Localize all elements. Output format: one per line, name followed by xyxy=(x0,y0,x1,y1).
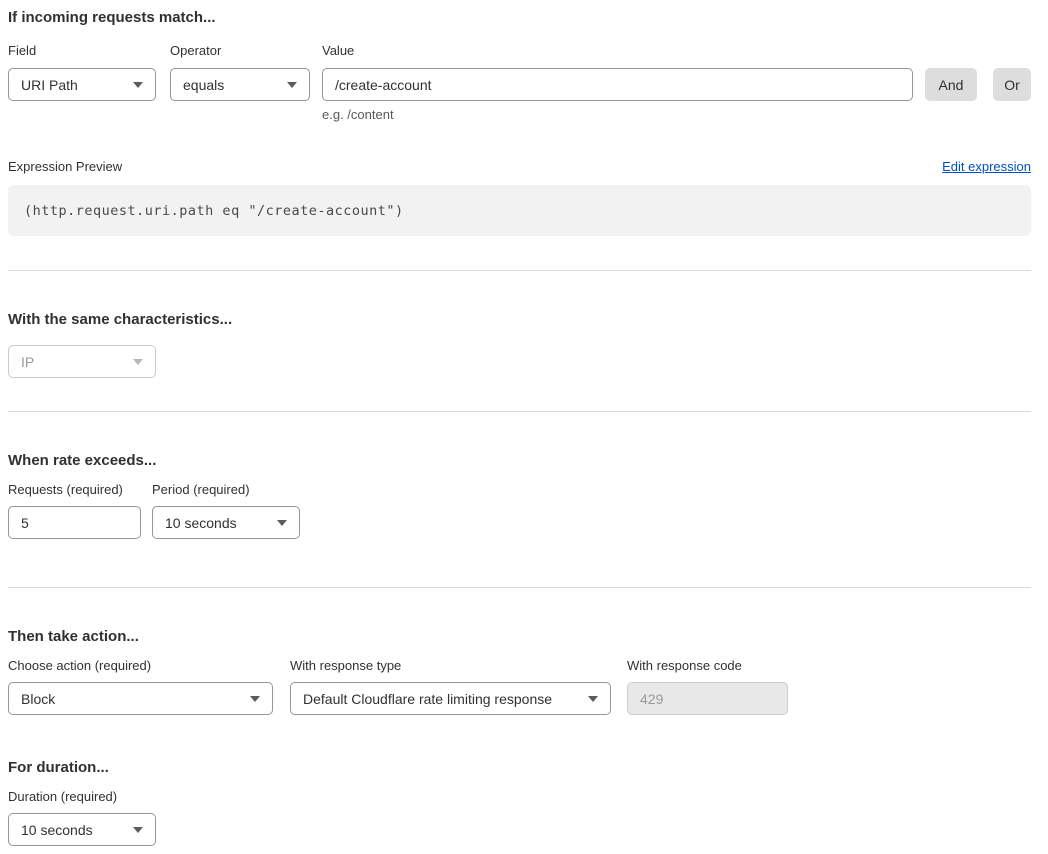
action-row: Choose action (required) Block With resp… xyxy=(8,658,1031,715)
match-section-heading: If incoming requests match... xyxy=(8,8,1031,27)
field-select[interactable]: URI Path xyxy=(8,68,156,101)
chevron-down-icon xyxy=(133,359,143,365)
period-select-value: 10 seconds xyxy=(165,515,237,531)
match-criteria-row: Field URI Path Operator equals Value e.g… xyxy=(8,43,1031,122)
duration-label: Duration (required) xyxy=(8,789,156,805)
requests-column: Requests (required) xyxy=(8,482,141,539)
period-select[interactable]: 10 seconds xyxy=(152,506,300,539)
response-type-column: With response type Default Cloudflare ra… xyxy=(290,658,611,715)
choose-action-label: Choose action (required) xyxy=(8,658,273,674)
field-select-value: URI Path xyxy=(21,77,78,93)
requests-label: Requests (required) xyxy=(8,482,141,498)
section-divider xyxy=(8,270,1031,271)
characteristic-select: IP xyxy=(8,345,156,378)
response-code-input xyxy=(627,682,788,715)
response-type-label: With response type xyxy=(290,658,611,674)
response-type-select[interactable]: Default Cloudflare rate limiting respons… xyxy=(290,682,611,715)
expression-preview-header: Expression Preview Edit expression xyxy=(8,159,1031,174)
action-section-heading: Then take action... xyxy=(8,627,1031,646)
value-hint: e.g. /content xyxy=(322,107,913,122)
value-input[interactable] xyxy=(322,68,913,101)
choose-action-select-value: Block xyxy=(21,691,55,707)
response-code-column: With response code xyxy=(627,658,788,715)
choose-action-select[interactable]: Block xyxy=(8,682,273,715)
chevron-down-icon xyxy=(287,82,297,88)
expression-preview-box: (http.request.uri.path eq "/create-accou… xyxy=(8,185,1031,236)
chevron-down-icon xyxy=(588,696,598,702)
chevron-down-icon xyxy=(250,696,260,702)
and-button[interactable]: And xyxy=(925,68,977,101)
choose-action-column: Choose action (required) Block xyxy=(8,658,273,715)
section-divider xyxy=(8,587,1031,588)
field-column: Field URI Path xyxy=(8,43,156,101)
operator-select-value: equals xyxy=(183,77,224,93)
characteristics-section-heading: With the same characteristics... xyxy=(8,310,1031,329)
chevron-down-icon xyxy=(277,520,287,526)
requests-input[interactable] xyxy=(8,506,141,539)
duration-column: Duration (required) 10 seconds xyxy=(8,789,156,846)
edit-expression-link[interactable]: Edit expression xyxy=(942,159,1031,174)
duration-select-value: 10 seconds xyxy=(21,822,93,838)
characteristic-select-value: IP xyxy=(21,354,34,370)
duration-section-heading: For duration... xyxy=(8,758,1031,777)
response-type-select-value: Default Cloudflare rate limiting respons… xyxy=(303,691,552,707)
expression-code: (http.request.uri.path eq "/create-accou… xyxy=(24,203,404,219)
value-label: Value xyxy=(322,43,913,59)
rate-limiting-rule-form: If incoming requests match... Field URI … xyxy=(0,0,1048,854)
rate-row: Requests (required) Period (required) 10… xyxy=(8,482,1031,539)
or-button[interactable]: Or xyxy=(993,68,1031,101)
period-label: Period (required) xyxy=(152,482,300,498)
operator-select[interactable]: equals xyxy=(170,68,310,101)
value-column: Value e.g. /content xyxy=(322,43,913,122)
period-column: Period (required) 10 seconds xyxy=(152,482,300,539)
response-code-label: With response code xyxy=(627,658,788,674)
chevron-down-icon xyxy=(133,827,143,833)
operator-column: Operator equals xyxy=(170,43,310,101)
expression-preview-label: Expression Preview xyxy=(8,159,122,174)
chevron-down-icon xyxy=(133,82,143,88)
duration-select[interactable]: 10 seconds xyxy=(8,813,156,846)
rate-section-heading: When rate exceeds... xyxy=(8,451,1031,470)
operator-label: Operator xyxy=(170,43,310,59)
field-label: Field xyxy=(8,43,156,59)
section-divider xyxy=(8,411,1031,412)
